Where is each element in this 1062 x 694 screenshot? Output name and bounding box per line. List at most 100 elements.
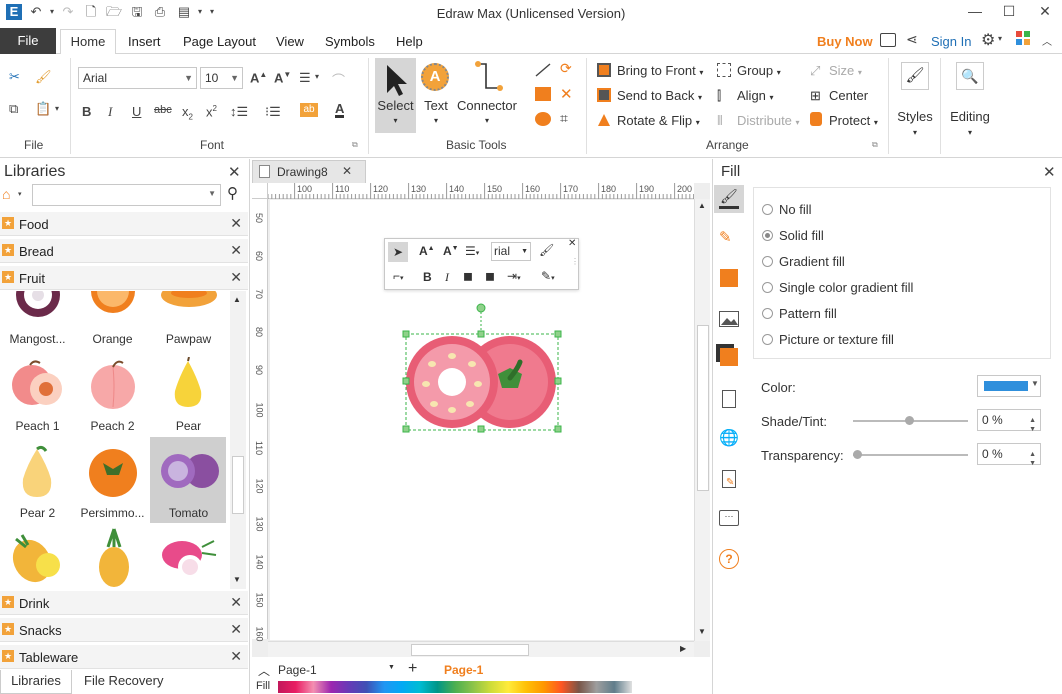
document-tab[interactable]: Drawing8 ✕	[252, 160, 366, 183]
curve-text-icon[interactable]: ⌒	[332, 70, 345, 89]
distribute-button[interactable]: Distribute ▾	[737, 113, 800, 128]
scrollbar-thumb[interactable]	[232, 456, 244, 514]
text-tool-button[interactable]: A Text ▾	[419, 60, 453, 132]
editing-button[interactable]: 🔍 Editing ▾	[947, 62, 993, 144]
library-section-drink[interactable]: ★ Drink ✕	[0, 591, 248, 615]
close-button[interactable]: ✕	[1030, 0, 1060, 24]
shape-orange[interactable]	[87, 291, 139, 324]
underline-button[interactable]: U	[132, 104, 141, 119]
close-section-icon[interactable]: ✕	[230, 215, 242, 232]
line-tool-icon[interactable]	[534, 62, 552, 81]
arrange-icon[interactable]: ⇥▾	[507, 269, 521, 283]
subscript-button[interactable]: x2	[182, 104, 193, 122]
protect-button[interactable]: Protect ▾	[829, 113, 878, 128]
select-arrow-icon[interactable]: ➤	[388, 242, 408, 262]
home-dropdown-icon[interactable]: ▾	[18, 190, 22, 198]
help-tab-icon[interactable]: ?	[719, 549, 739, 569]
increase-font-icon[interactable]: A▲	[250, 70, 267, 85]
text-align-dropdown-icon[interactable]: ▾	[315, 72, 319, 81]
cart-icon[interactable]	[880, 33, 896, 47]
minimize-button[interactable]: —	[960, 0, 990, 24]
bullets-icon[interactable]: ⁝☰	[265, 104, 281, 120]
font-color-icon[interactable]: A	[335, 102, 345, 118]
text-highlight-icon[interactable]: ab	[300, 103, 318, 117]
cross-tool-icon[interactable]: ✕	[560, 85, 573, 103]
scrollbar-thumb[interactable]	[697, 325, 709, 491]
superscript-button[interactable]: x2	[206, 104, 217, 119]
library-section-bread[interactable]: ★ Bread ✕	[0, 239, 248, 263]
arc-tool-icon[interactable]: ⟳	[560, 60, 572, 77]
page-selector[interactable]: Page-1 ▼	[278, 663, 398, 679]
bold-button[interactable]: B	[82, 104, 91, 119]
italic-button[interactable]: I	[108, 104, 112, 120]
transparency-input[interactable]: 0 % ▲ ▼	[977, 443, 1041, 467]
collapse-ribbon-icon[interactable]: ︿	[1042, 33, 1052, 48]
bring-front-icon[interactable]: ◼	[463, 269, 473, 283]
copy-icon[interactable]: ⧉	[9, 101, 18, 117]
transparency-slider-track[interactable]	[853, 454, 968, 456]
fill-option-pattern-fill[interactable]: Pattern fill	[762, 306, 837, 321]
shape-pear[interactable]	[163, 356, 213, 414]
decrease-font-icon[interactable]: A▼	[274, 70, 291, 85]
settings-dropdown-icon[interactable]: ▾	[998, 34, 1002, 43]
close-libraries-icon[interactable]: ✕	[228, 163, 241, 181]
tab-file-recovery[interactable]: File Recovery	[84, 673, 163, 688]
effects-tab-icon[interactable]	[720, 348, 738, 366]
fill-option-gradient-fill[interactable]: Gradient fill	[762, 254, 845, 269]
tomato-shape[interactable]	[402, 300, 562, 434]
connector-style-icon[interactable]: ⌐▾	[393, 269, 404, 283]
scroll-right-icon[interactable]: ▶	[680, 644, 686, 653]
shape-persimmon[interactable]	[86, 443, 140, 502]
buy-now-link[interactable]: Buy Now	[817, 34, 873, 49]
home-icon[interactable]: ⌂	[2, 186, 10, 202]
shape-peach-2[interactable]	[87, 359, 139, 414]
close-section-icon[interactable]: ✕	[230, 269, 242, 286]
close-section-icon[interactable]: ✕	[230, 242, 242, 259]
maximize-button[interactable]: ☐	[994, 0, 1024, 24]
tab-view[interactable]: View	[276, 34, 304, 49]
shape-mangosteen[interactable]	[12, 291, 64, 324]
align-button[interactable]: Align ▾	[737, 88, 774, 103]
scroll-up-icon[interactable]: ▲	[233, 295, 241, 304]
format-painter-icon[interactable]: 🖌	[539, 243, 554, 257]
canvas-vertical-scrollbar[interactable]: ▲ ▼	[694, 199, 710, 641]
library-section-food[interactable]: ★ Food ✕	[0, 212, 248, 236]
add-page-icon[interactable]: +	[408, 660, 417, 678]
center-button[interactable]: Center	[829, 88, 868, 103]
cut-icon[interactable]: ✂	[9, 69, 20, 85]
close-tab-icon[interactable]: ✕	[342, 164, 352, 178]
tab-home[interactable]: Home	[60, 29, 116, 55]
send-back-icon[interactable]: ◼	[485, 269, 495, 283]
scrollbar-thumb[interactable]	[411, 644, 529, 656]
library-scrollbar[interactable]: ▲ ▼	[230, 291, 246, 589]
styles-button[interactable]: 🖌 Styles ▾	[896, 62, 934, 144]
search-icon[interactable]: ⚲	[227, 184, 238, 202]
ellipse-tool-icon[interactable]	[535, 112, 551, 126]
file-menu[interactable]: File	[0, 28, 56, 54]
collapse-pages-icon[interactable]: ︿	[258, 662, 270, 679]
fill-option-picture-texture-fill[interactable]: Picture or texture fill	[762, 332, 894, 347]
group-button[interactable]: Group ▾	[737, 63, 781, 78]
close-section-icon[interactable]: ✕	[230, 594, 242, 611]
strikethrough-button[interactable]: abc	[154, 104, 172, 116]
fill-option-single-color-gradient[interactable]: Single color gradient fill	[762, 280, 913, 295]
library-section-fruit[interactable]: ★ Fruit ✕	[0, 266, 248, 290]
shape-dragon-fruit[interactable]	[158, 529, 218, 588]
line-spacing-icon[interactable]: ↕☰	[230, 104, 248, 120]
text-align-icon[interactable]: ☰	[299, 70, 311, 86]
line-tab-icon[interactable]: ✎	[719, 228, 732, 246]
color-picker[interactable]: ▼	[977, 375, 1041, 397]
bold-button[interactable]: B	[423, 270, 432, 284]
canvas-horizontal-scrollbar[interactable]: ▶	[268, 641, 694, 657]
transparency-slider-thumb[interactable]	[853, 450, 862, 459]
font-family-select[interactable]: Arial ▼	[78, 67, 197, 89]
shape-pawpaw[interactable]	[160, 291, 218, 324]
bring-to-front-button[interactable]: Bring to Front ▾	[617, 63, 703, 78]
drag-handle-icon[interactable]: ⋮	[571, 257, 579, 266]
italic-button[interactable]: I	[445, 270, 449, 285]
text-align-icon[interactable]: ☰▾	[465, 244, 479, 258]
shade-tint-input[interactable]: 0 % ▲ ▼	[977, 409, 1041, 433]
scroll-down-icon[interactable]: ▼	[698, 627, 706, 636]
shape-pineapple[interactable]	[8, 531, 68, 589]
close-fill-panel-icon[interactable]: ✕	[1043, 163, 1056, 181]
